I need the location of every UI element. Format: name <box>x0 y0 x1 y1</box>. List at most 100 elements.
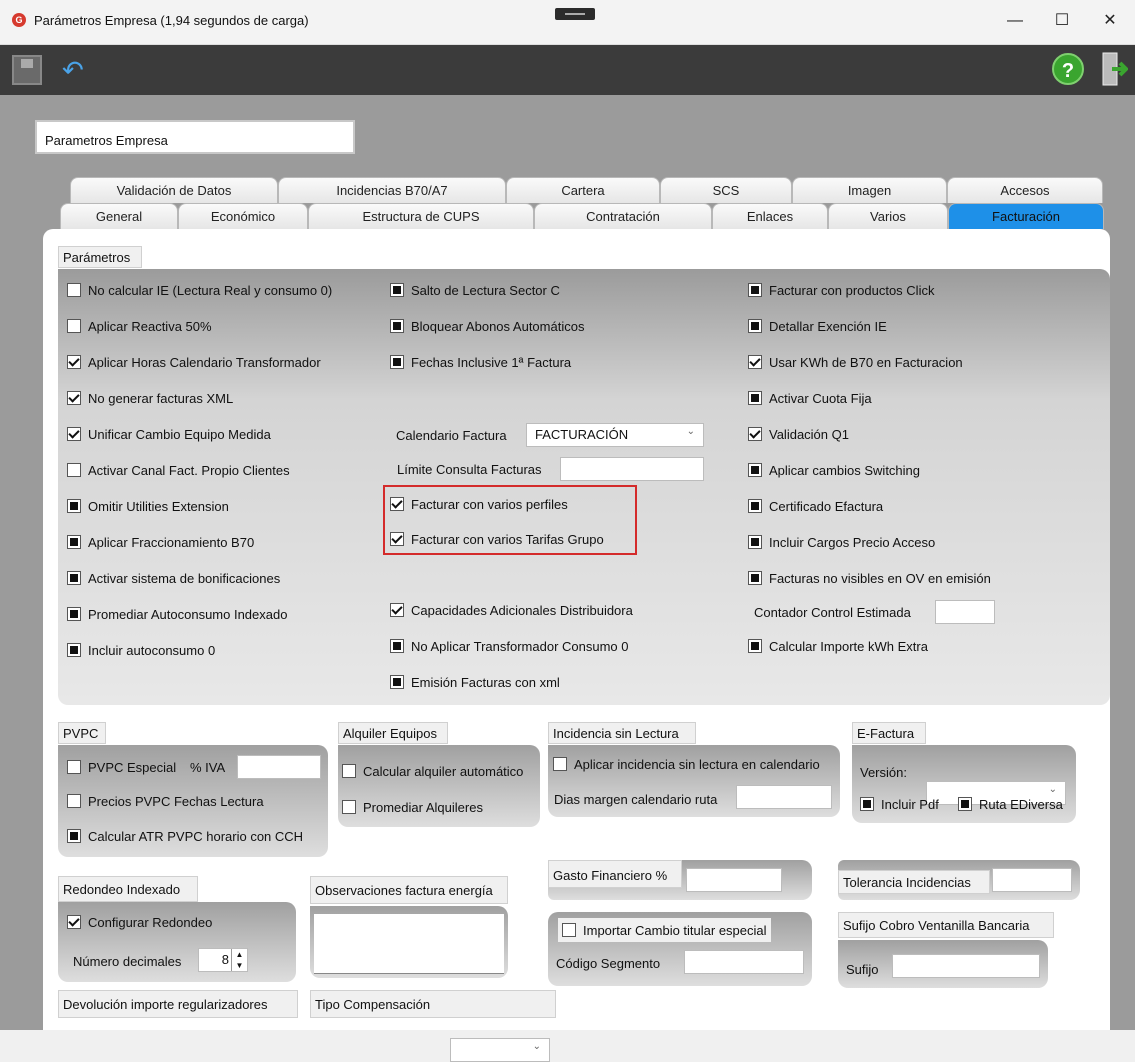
compensacion-select[interactable]: ⌄ <box>450 1038 550 1062</box>
param-checkbox-row[interactable]: Detallar Exención IE <box>748 314 887 338</box>
param-checkbox-row[interactable]: Emisión Facturas con xml <box>390 670 560 694</box>
param-checkbox-row[interactable]: Fechas Inclusive 1ª Factura <box>390 350 571 374</box>
importar-cambio[interactable]: Importar Cambio titular especial <box>558 918 771 942</box>
pvpc-especial[interactable]: PVPC Especial <box>67 755 176 779</box>
sufijo-input[interactable] <box>892 954 1040 978</box>
param-checkbox-row[interactable]: Promediar Autoconsumo Indexado <box>67 602 287 626</box>
checkbox[interactable] <box>748 499 762 513</box>
pvpc-fechas-checkbox[interactable] <box>67 794 81 808</box>
param-checkbox-row[interactable]: Activar Canal Fact. Propio Clientes <box>67 458 290 482</box>
checkbox[interactable] <box>748 319 762 333</box>
checkbox[interactable] <box>67 463 81 477</box>
param-checkbox-row[interactable]: Activar Cuota Fija <box>748 386 872 410</box>
checkbox[interactable] <box>390 675 404 689</box>
param-checkbox-row[interactable]: No generar facturas XML <box>67 386 233 410</box>
exit-icon[interactable] <box>1100 51 1129 87</box>
checkbox[interactable] <box>390 319 404 333</box>
param-checkbox-row[interactable]: No calcular IE (Lectura Real y consumo 0… <box>67 278 332 302</box>
param-checkbox-row[interactable]: Usar KWh de B70 en Facturacion <box>748 350 963 374</box>
pvpc-atr[interactable]: Calcular ATR PVPC horario con CCH <box>67 824 303 848</box>
tab-accesos[interactable]: Accesos <box>947 177 1103 203</box>
param-checkbox-row[interactable]: Facturar con productos Click <box>748 278 934 302</box>
param-checkbox-row[interactable]: Aplicar Horas Calendario Transformador <box>67 350 321 374</box>
dias-input[interactable] <box>736 785 832 809</box>
redondeo-config-checkbox[interactable] <box>67 915 81 929</box>
drag-handle[interactable] <box>555 8 595 20</box>
tolerancia-input[interactable] <box>992 868 1072 892</box>
checkbox[interactable] <box>67 535 81 549</box>
checkbox[interactable] <box>390 355 404 369</box>
param-checkbox-row[interactable]: Calcular Importe kWh Extra <box>748 634 928 658</box>
checkbox[interactable] <box>67 571 81 585</box>
close-button[interactable]: ✕ <box>1090 6 1130 36</box>
codigo-input[interactable] <box>684 950 804 974</box>
alquiler-prom[interactable]: Promediar Alquileres <box>342 795 483 819</box>
limite-input[interactable] <box>560 457 704 481</box>
param-checkbox-row[interactable]: Aplicar cambios Switching <box>748 458 920 482</box>
undo-icon[interactable]: ↶ <box>62 56 100 84</box>
importar-cambio-checkbox[interactable] <box>562 923 576 937</box>
checkbox[interactable] <box>67 607 81 621</box>
checkbox[interactable] <box>748 571 762 585</box>
param-checkbox-row[interactable]: Certificado Efactura <box>748 494 883 518</box>
incidencia-aplicar-checkbox[interactable] <box>553 757 567 771</box>
checkbox[interactable] <box>390 639 404 653</box>
alquiler-prom-checkbox[interactable] <box>342 800 356 814</box>
efactura-ruta[interactable]: Ruta EDiversa <box>958 792 1063 816</box>
checkbox[interactable] <box>390 603 404 617</box>
minimize-button[interactable]: — <box>995 6 1035 36</box>
alquiler-calc[interactable]: Calcular alquiler automático <box>342 759 523 783</box>
tab-estructura-cups[interactable]: Estructura de CUPS <box>308 203 534 229</box>
param-checkbox-row[interactable]: Validación Q1 <box>748 422 849 446</box>
checkbox[interactable] <box>748 355 762 369</box>
iva-input[interactable] <box>237 755 321 779</box>
param-checkbox-row[interactable]: No Aplicar Transformador Consumo 0 <box>390 634 628 658</box>
param-checkbox-row[interactable]: Facturas no visibles en OV en emisión <box>748 566 991 590</box>
tab-economico[interactable]: Económico <box>178 203 308 229</box>
checkbox[interactable] <box>748 463 762 477</box>
incidencia-aplicar[interactable]: Aplicar incidencia sin lectura en calend… <box>553 752 820 776</box>
tab-contratacion[interactable]: Contratación <box>534 203 712 229</box>
tab-facturacion[interactable]: Facturación <box>948 203 1104 229</box>
checkbox[interactable] <box>748 391 762 405</box>
checkbox[interactable] <box>67 499 81 513</box>
pvpc-atr-checkbox[interactable] <box>67 829 81 843</box>
param-checkbox-row[interactable]: Aplicar Reactiva 50% <box>67 314 212 338</box>
checkbox[interactable] <box>67 391 81 405</box>
param-checkbox-row[interactable]: Aplicar Fraccionamiento B70 <box>67 530 254 554</box>
help-icon[interactable]: ? <box>1052 53 1084 85</box>
param-checkbox-row[interactable]: Incluir autoconsumo 0 <box>67 638 215 662</box>
param-checkbox-row[interactable]: Bloquear Abonos Automáticos <box>390 314 584 338</box>
efactura-ruta-checkbox[interactable] <box>958 797 972 811</box>
gasto-input[interactable] <box>686 868 782 892</box>
efactura-pdf[interactable]: Incluir Pdf <box>860 792 939 816</box>
tab-imagen[interactable]: Imagen <box>792 177 947 203</box>
param-checkbox-row[interactable]: Unificar Cambio Equipo Medida <box>67 422 271 446</box>
tab-incidencias[interactable]: Incidencias B70/A7 <box>278 177 506 203</box>
tab-validacion[interactable]: Validación de Datos <box>70 177 278 203</box>
calendario-select[interactable]: FACTURACIÓN ⌄ <box>526 423 704 447</box>
tab-scs[interactable]: SCS <box>660 177 792 203</box>
observaciones-textarea[interactable] <box>314 914 504 974</box>
tab-varios[interactable]: Varios <box>828 203 948 229</box>
maximize-button[interactable]: ☐ <box>1042 6 1082 36</box>
checkbox[interactable] <box>748 535 762 549</box>
redondeo-config[interactable]: Configurar Redondeo <box>67 910 212 934</box>
pvpc-fechas[interactable]: Precios PVPC Fechas Lectura <box>67 789 264 813</box>
param-checkbox-row[interactable]: Capacidades Adicionales Distribuidora <box>390 598 633 622</box>
checkbox[interactable] <box>748 639 762 653</box>
contador-input[interactable] <box>935 600 995 624</box>
alquiler-calc-checkbox[interactable] <box>342 764 356 778</box>
tab-general[interactable]: General <box>60 203 178 229</box>
checkbox[interactable] <box>67 319 81 333</box>
tab-cartera[interactable]: Cartera <box>506 177 660 203</box>
checkbox[interactable] <box>748 427 762 441</box>
param-checkbox-row[interactable]: Omitir Utilities Extension <box>67 494 229 518</box>
tab-enlaces[interactable]: Enlaces <box>712 203 828 229</box>
checkbox[interactable] <box>67 283 81 297</box>
save-icon[interactable] <box>12 55 42 85</box>
checkbox[interactable] <box>748 283 762 297</box>
param-checkbox-row[interactable]: Incluir Cargos Precio Acceso <box>748 530 935 554</box>
param-checkbox-row[interactable]: Salto de Lectura Sector C <box>390 278 560 302</box>
stepper-arrows-icon[interactable]: ▲ ▼ <box>231 949 247 971</box>
